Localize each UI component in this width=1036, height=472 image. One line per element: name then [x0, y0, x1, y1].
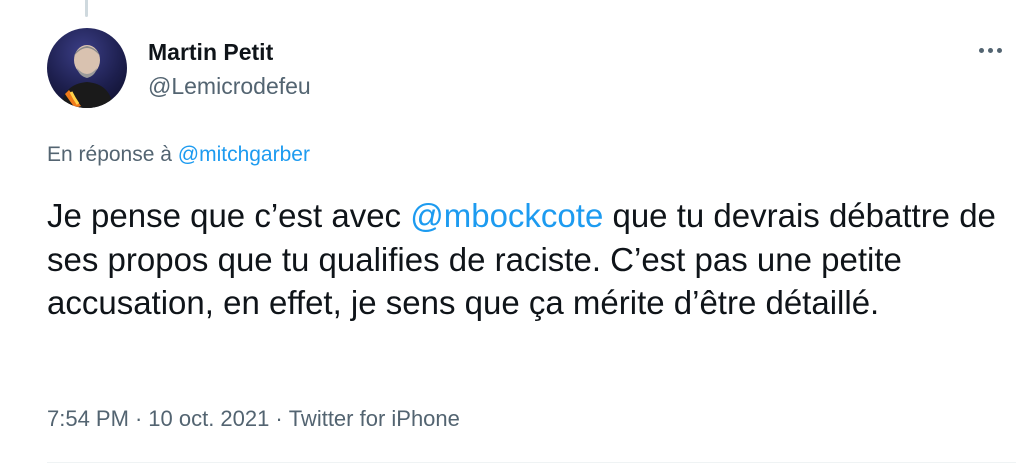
reply-mention-link[interactable]: @mitchgarber — [178, 143, 310, 166]
thread-connector-line — [85, 0, 88, 17]
divider — [47, 462, 1016, 463]
tweet-source[interactable]: Twitter for iPhone — [289, 406, 460, 431]
reply-prefix: En réponse à — [47, 143, 178, 166]
meta-separator: · — [134, 406, 143, 431]
tweet-mention-link[interactable]: @mbockcote — [410, 197, 603, 234]
author-name[interactable]: Martin Petit — [148, 38, 273, 66]
more-dots-icon — [978, 47, 984, 53]
tweet-text: Je pense que c’est avec @mbockcote que t… — [47, 194, 1017, 325]
tweet-date[interactable]: 10 oct. 2021 — [148, 406, 269, 431]
author-handle[interactable]: @Lemicrodefeu — [148, 72, 311, 100]
meta-separator: · — [275, 406, 283, 431]
tweet-time[interactable]: 7:54 PM — [47, 406, 129, 431]
avatar[interactable] — [47, 28, 127, 108]
avatar-photo-icon — [61, 45, 113, 108]
tweet-text-before: Je pense que c’est avec — [47, 197, 411, 234]
more-dots-icon — [996, 47, 1002, 53]
more-options-button[interactable] — [968, 32, 1012, 68]
more-dots-icon — [987, 47, 993, 53]
tweet-metadata: 7:54 PM · 10 oct. 2021 · Twitter for iPhone — [47, 404, 460, 434]
reply-context: En réponse à @mitchgarber — [47, 141, 310, 169]
